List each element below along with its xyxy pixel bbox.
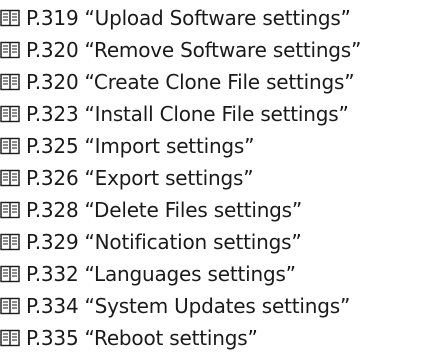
reference-link[interactable]: P.334 “System Updates settings” <box>0 290 361 322</box>
reference-link[interactable]: P.332 “Languages settings” <box>0 258 361 290</box>
reference-title: “Remove Software settings” <box>84 38 362 62</box>
reference-page-number: P.334 <box>26 294 79 318</box>
reference-page-number: P.328 <box>26 198 79 222</box>
reference-page-number: P.332 <box>26 262 79 286</box>
reference-page-number: P.335 <box>26 326 79 350</box>
reference-link[interactable]: P.335 “Reboot settings” <box>0 322 361 354</box>
book-icon <box>0 296 20 316</box>
reference-link[interactable]: P.325 “Import settings” <box>0 130 361 162</box>
reference-title: “Create Clone File settings” <box>84 70 355 94</box>
book-icon <box>0 40 20 60</box>
reference-title: “Reboot settings” <box>84 326 258 350</box>
reference-link[interactable]: P.320 “Remove Software settings” <box>0 34 361 66</box>
book-icon <box>0 72 20 92</box>
reference-link[interactable]: P.329 “Notification settings” <box>0 226 361 258</box>
reference-link[interactable]: P.328 “Delete Files settings” <box>0 194 361 226</box>
reference-title: “Install Clone File settings” <box>84 102 349 126</box>
book-icon <box>0 104 20 124</box>
reference-page-number: P.325 <box>26 134 79 158</box>
reference-title: “Delete Files settings” <box>84 198 303 222</box>
reference-title: “Upload Software settings” <box>84 6 351 30</box>
reference-link[interactable]: P.326 “Export settings” <box>0 162 361 194</box>
reference-page-number: P.323 <box>26 102 79 126</box>
book-icon <box>0 200 20 220</box>
reference-link[interactable]: P.323 “Install Clone File settings” <box>0 98 361 130</box>
reference-title: “Import settings” <box>84 134 255 158</box>
reference-list: P.319 “Upload Software settings” P.320 “Rem… <box>0 2 361 354</box>
reference-link[interactable]: P.320 “Create Clone File settings” <box>0 66 361 98</box>
reference-page-number: P.329 <box>26 230 79 254</box>
reference-link[interactable]: P.319 “Upload Software settings” <box>0 2 361 34</box>
reference-title: “System Updates settings” <box>84 294 351 318</box>
book-icon <box>0 264 20 284</box>
book-icon <box>0 136 20 156</box>
book-icon <box>0 168 20 188</box>
reference-page-number: P.326 <box>26 166 79 190</box>
book-icon <box>0 8 20 28</box>
reference-title: “Languages settings” <box>84 262 296 286</box>
reference-title: “Export settings” <box>84 166 254 190</box>
book-icon <box>0 328 20 348</box>
reference-page-number: P.319 <box>26 6 79 30</box>
reference-title: “Notification settings” <box>84 230 302 254</box>
book-icon <box>0 232 20 252</box>
reference-page-number: P.320 <box>26 70 79 94</box>
reference-page-number: P.320 <box>26 38 79 62</box>
